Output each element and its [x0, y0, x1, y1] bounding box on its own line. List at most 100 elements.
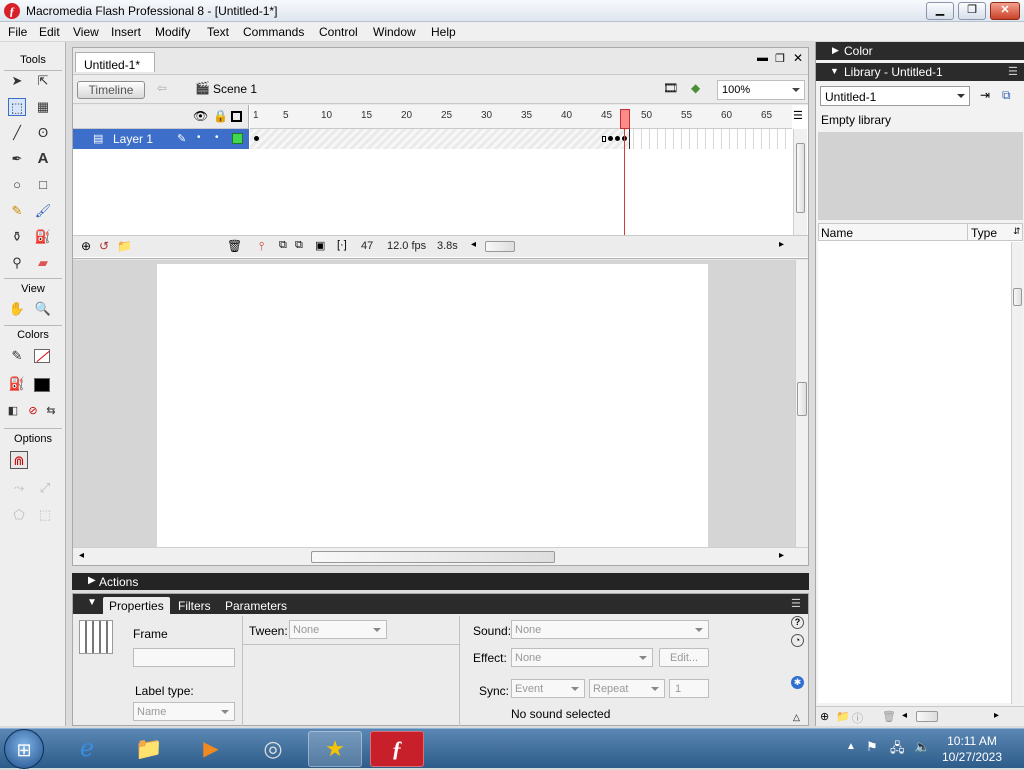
show-hide-icon[interactable]: 👁	[193, 109, 208, 123]
menu-modify[interactable]: Modify	[155, 25, 190, 39]
system-clock[interactable]: 10:11 AM 10/27/2023	[926, 733, 1018, 765]
library-list[interactable]	[818, 241, 1023, 703]
edit-button[interactable]: Edit...	[659, 648, 709, 667]
stroke-color-swatch[interactable]	[34, 349, 50, 363]
flash-taskbar-icon[interactable]: ƒ	[370, 731, 424, 767]
action-center-icon[interactable]: ⚑	[866, 739, 878, 755]
scroll-thumb[interactable]	[1013, 288, 1022, 306]
repeat-count-input[interactable]: 1	[669, 679, 709, 698]
menu-insert[interactable]: Insert	[111, 25, 141, 39]
delete-icon[interactable]: 🗑	[882, 710, 896, 723]
menu-window[interactable]: Window	[373, 25, 416, 39]
layer-color-swatch[interactable]	[232, 133, 243, 144]
subselection-tool-icon[interactable]: ⇱	[34, 72, 52, 90]
scroll-left-icon[interactable]: ◂	[471, 239, 476, 250]
doc-close-icon[interactable]: ✕	[793, 51, 803, 65]
snap-to-objects-icon[interactable]: ⋒	[10, 451, 28, 469]
scroll-right-icon[interactable]: ▸	[994, 710, 999, 721]
rectangle-tool-icon[interactable]: □	[34, 176, 52, 194]
expand-triangle-icon[interactable]: ▼	[87, 597, 97, 608]
distort-option-icon[interactable]: ⬠	[10, 506, 28, 524]
scroll-right-icon[interactable]: ▸	[779, 239, 784, 250]
outline-icon[interactable]	[231, 111, 242, 122]
menu-help[interactable]: Help	[431, 25, 456, 39]
stage-hscroll[interactable]: ◂ ▸	[73, 547, 808, 565]
no-color-icon[interactable]: ⊘	[24, 402, 42, 420]
smooth-option-icon[interactable]: ⤳	[10, 479, 28, 497]
chrome-taskbar-icon[interactable]: ◎	[246, 731, 300, 767]
eraser-tool-icon[interactable]: ▰	[34, 254, 52, 272]
frame-name-input[interactable]	[133, 648, 235, 667]
lock-icon[interactable]: 🔒	[213, 109, 228, 123]
accessibility-icon[interactable]: ◔	[791, 634, 804, 647]
frame-ruler[interactable]: 1 5 10 15 20 25 30 35 40 45 50 55 60 65	[250, 105, 792, 129]
delete-layer-icon[interactable]: 🗑	[227, 239, 242, 253]
pen-tool-icon[interactable]: ✒	[8, 150, 26, 168]
doc-restore-icon[interactable]: ❐	[775, 52, 785, 65]
library-panel-header[interactable]: ▼ Library - Untitled-1 ☰	[816, 63, 1024, 81]
minimize-button[interactable]: ▁	[926, 2, 954, 20]
envelope-option-icon[interactable]: ⬚	[36, 506, 54, 524]
close-button[interactable]: ✕	[990, 2, 1020, 20]
add-layer-icon[interactable]: ⊕	[81, 239, 91, 253]
maximize-button[interactable]: ❐	[958, 2, 986, 20]
new-library-panel-icon[interactable]: ⧉	[1002, 88, 1011, 103]
hscroll-thumb[interactable]	[311, 551, 555, 563]
timeline-vscroll[interactable]	[793, 129, 807, 235]
sort-icon[interactable]: ⇵	[1013, 226, 1021, 237]
label-type-select[interactable]: Name	[133, 702, 235, 721]
tab-filters[interactable]: Filters	[172, 597, 217, 614]
zoom-combo[interactable]: 100%	[717, 80, 805, 100]
start-button[interactable]: ⊞	[4, 729, 44, 769]
hand-tool-icon[interactable]: ✋	[8, 300, 26, 318]
stage[interactable]	[157, 264, 708, 547]
media-player-taskbar-icon[interactable]: ▶	[184, 731, 238, 767]
help-icon[interactable]: ?	[791, 616, 804, 629]
lasso-tool-icon[interactable]: ʘ	[34, 124, 52, 142]
new-folder-icon[interactable]: 📁	[836, 710, 850, 723]
layer-row[interactable]: ▤ Layer 1 ✎ • •	[73, 129, 249, 149]
add-motion-guide-icon[interactable]: ↺	[99, 239, 109, 253]
scroll-left-icon[interactable]: ◂	[902, 710, 907, 721]
visible-dot-icon[interactable]: •	[197, 132, 201, 143]
menu-commands[interactable]: Commands	[243, 25, 304, 39]
edit-symbols-icon[interactable]: ◆	[691, 81, 700, 95]
collapse-up-icon[interactable]: △	[793, 712, 800, 723]
frames-row[interactable]	[250, 129, 792, 149]
playhead[interactable]	[620, 109, 630, 129]
explorer-taskbar-icon[interactable]: 📁	[122, 731, 176, 767]
scroll-right-icon[interactable]: ▸	[779, 550, 784, 561]
edit-scene-icon[interactable]: 🎞	[663, 81, 678, 95]
edit-sound-icon[interactable]: ✱	[791, 676, 804, 689]
hscroll-thumb[interactable]	[485, 241, 515, 252]
panel-menu-icon[interactable]: ☰	[1008, 65, 1018, 78]
new-symbol-icon[interactable]: ⊕	[820, 710, 829, 723]
ink-bottle-tool-icon[interactable]: ⚱	[8, 228, 26, 246]
timeline-toggle-button[interactable]: Timeline	[77, 81, 145, 99]
edit-multiple-icon[interactable]: ▣	[315, 239, 325, 252]
menu-control[interactable]: Control	[319, 25, 358, 39]
show-hidden-icons-icon[interactable]: ▲	[846, 741, 856, 752]
add-folder-icon[interactable]: 📁	[117, 239, 132, 253]
center-frame-icon[interactable]: ⫯	[259, 239, 264, 254]
scale-option-icon[interactable]: ⤢	[36, 479, 54, 497]
onion-skin-icon[interactable]: ⧉	[279, 239, 287, 252]
line-tool-icon[interactable]: ╱	[8, 124, 26, 142]
brush-tool-icon[interactable]: 🖌	[34, 202, 52, 220]
free-transform-tool-icon[interactable]: ⬚	[8, 98, 26, 116]
swap-colors-icon[interactable]: ⇆	[42, 402, 60, 420]
hscroll-thumb[interactable]	[916, 711, 938, 722]
lock-dot-icon[interactable]: •	[215, 132, 219, 143]
default-colors-icon[interactable]: ◧	[4, 402, 22, 420]
menu-text[interactable]: Text	[207, 25, 229, 39]
library-document-select[interactable]: Untitled-1	[820, 86, 970, 106]
movie-maker-taskbar-icon[interactable]: ★	[308, 731, 362, 767]
fill-color-icon[interactable]: ⛽	[8, 375, 26, 393]
eyedropper-tool-icon[interactable]: ⚲	[8, 254, 26, 272]
pin-library-icon[interactable]: ⇥	[980, 88, 990, 102]
oval-tool-icon[interactable]: ○	[8, 176, 26, 194]
menu-file[interactable]: File	[8, 25, 27, 39]
zoom-tool-icon[interactable]: 🔍	[34, 300, 52, 318]
sound-select[interactable]: None	[511, 620, 709, 639]
stroke-color-icon[interactable]: ✎	[8, 347, 26, 365]
